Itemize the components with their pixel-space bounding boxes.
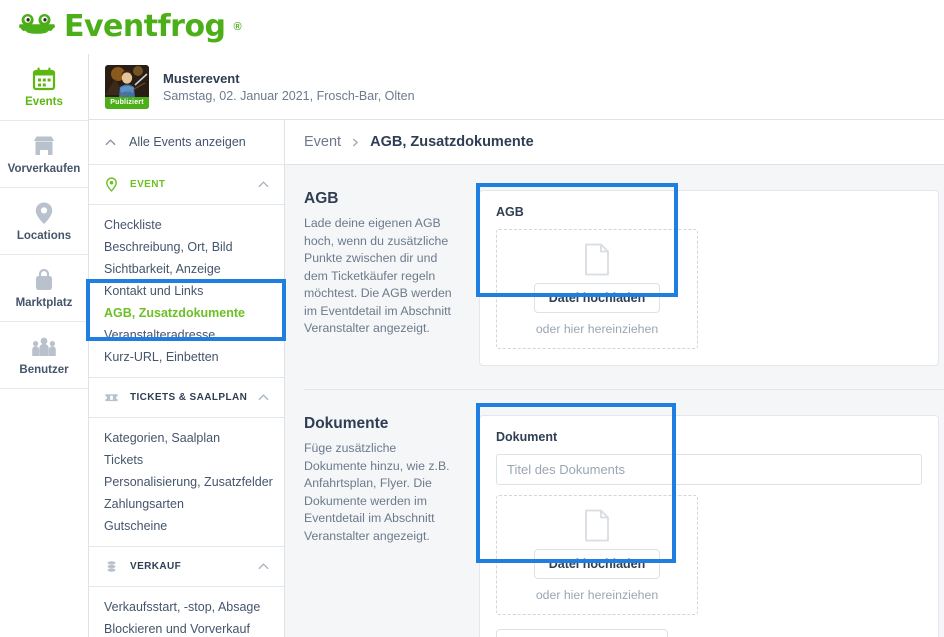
chevron-up-icon: [257, 178, 270, 191]
nav-link-sichtbarkeit-anzeige[interactable]: Sichtbarkeit, Anzeige: [89, 258, 284, 280]
brand-registered-mark: ®: [234, 21, 242, 33]
dokument-upload-button[interactable]: Datei hochladen: [534, 549, 661, 579]
nav-link-blockieren-und-vorverkauf[interactable]: Blockieren und Vorverkauf: [89, 618, 284, 637]
breadcrumb: Event AGB, Zusatzdokumente: [285, 120, 944, 165]
nav-link-tickets[interactable]: Tickets: [89, 449, 284, 471]
chevron-up-icon: [257, 560, 270, 573]
nav-group-label-verkauf: VERKAUF: [130, 561, 257, 572]
coins-stack-icon: [104, 559, 119, 574]
chevron-up-icon: [257, 391, 270, 404]
section-divider: [304, 389, 944, 390]
rail-label-benutzer: Benutzer: [19, 364, 68, 376]
file-icon: [583, 243, 611, 276]
section-dokumente-description: Dokumente Füge zusätzliche Dokumente hin…: [304, 415, 479, 637]
section-agb-title: AGB: [304, 190, 461, 208]
ticket-icon: [104, 390, 119, 405]
nav-link-gutscheine[interactable]: Gutscheine: [89, 515, 284, 537]
brand-name: Eventfrog: [64, 12, 226, 42]
rail-item-locations[interactable]: Locations: [0, 188, 88, 255]
dokument-remove-button[interactable]: Dokument entfernen: [496, 629, 668, 637]
rail-label-marktplatz: Marktplatz: [16, 297, 73, 309]
section-dokumente-title: Dokumente: [304, 415, 461, 433]
file-icon: [583, 509, 611, 542]
breadcrumb-parent[interactable]: Event: [304, 134, 341, 150]
main-content: Event AGB, Zusatzdokumente AGB Lade dein…: [285, 120, 944, 637]
secondary-nav: Alle Events anzeigen EVENT Checkliste Be…: [89, 120, 285, 637]
nav-group-header-tickets-saalplan[interactable]: TICKETS & SAALPLAN: [89, 378, 284, 418]
section-dokumente-text: Füge zusätzliche Dokumente hinzu, wie z.…: [304, 440, 461, 545]
agb-drop-hint: oder hier hereinziehen: [536, 322, 658, 336]
section-dokumente: Dokumente Füge zusätzliche Dokumente hin…: [285, 389, 944, 637]
section-agb: AGB Lade deine eigenen AGB hoch, wenn du…: [285, 165, 944, 366]
agb-card-label: AGB: [496, 205, 922, 219]
status-badge: Publiziert: [105, 97, 149, 109]
nav-group-header-verkauf[interactable]: VERKAUF: [89, 547, 284, 587]
rail-label-vorverkaufen: Vorverkaufen: [8, 163, 81, 175]
chevron-right-icon: [351, 138, 360, 147]
nav-link-personalisierung-zusatzfelder[interactable]: Personalisierung, Zusatzfelder: [89, 471, 284, 493]
nav-link-kategorien-saalplan[interactable]: Kategorien, Saalplan: [89, 427, 284, 449]
dokument-upload-card: Dokument Datei hochladen oder hier herei…: [479, 415, 939, 637]
agb-upload-card: AGB Datei hochladen oder hier hereinzieh…: [479, 190, 939, 366]
dokument-dropzone[interactable]: Datei hochladen oder hier hereinziehen: [496, 495, 698, 615]
rail-label-events: Events: [25, 96, 63, 108]
nav-link-veranstalteradresse[interactable]: Veranstalteradresse: [89, 324, 284, 346]
shop-icon: [31, 133, 57, 159]
bag-icon: [31, 267, 57, 293]
primary-icon-rail: Events Vorverkaufen Locations: [0, 54, 89, 637]
nav-link-checkliste[interactable]: Checkliste: [89, 214, 284, 236]
event-title: Musterevent: [163, 71, 415, 86]
event-header-bar: Publiziert Musterevent Samstag, 02. Janu…: [89, 54, 944, 120]
nav-link-kurz-url-einbetten[interactable]: Kurz-URL, Einbetten: [89, 346, 284, 368]
nav-links-verkauf: Verkaufsstart, -stop, Absage Blockieren …: [89, 587, 284, 637]
rail-item-vorverkaufen[interactable]: Vorverkaufen: [0, 121, 88, 188]
dokument-drop-hint: oder hier hereinziehen: [536, 588, 658, 602]
nav-group-label-event: EVENT: [130, 179, 257, 190]
dokument-card-label: Dokument: [496, 430, 922, 444]
nav-link-beschreibung-ort-bild[interactable]: Beschreibung, Ort, Bild: [89, 236, 284, 258]
brand-logo[interactable]: Eventfrog ®: [18, 12, 242, 42]
agb-upload-button[interactable]: Datei hochladen: [534, 283, 661, 313]
all-events-toggle[interactable]: Alle Events anzeigen: [89, 120, 284, 165]
frog-logo-icon: [18, 12, 56, 42]
nav-link-zahlungsarten[interactable]: Zahlungsarten: [89, 493, 284, 515]
location-pin-icon: [104, 177, 119, 192]
agb-dropzone[interactable]: Datei hochladen oder hier hereinziehen: [496, 229, 698, 349]
nav-links-tickets-saalplan: Kategorien, Saalplan Tickets Personalisi…: [89, 418, 284, 547]
nav-link-verkaufsstart-stop-absage[interactable]: Verkaufsstart, -stop, Absage: [89, 596, 284, 618]
nav-link-kontakt-und-links[interactable]: Kontakt und Links: [89, 280, 284, 302]
nav-group-header-event[interactable]: EVENT: [89, 165, 284, 205]
section-agb-description: AGB Lade deine eigenen AGB hoch, wenn du…: [304, 190, 479, 366]
rail-item-events[interactable]: Events: [0, 54, 88, 121]
nav-group-label-tickets-saalplan: TICKETS & SAALPLAN: [130, 392, 257, 403]
rail-item-benutzer[interactable]: Benutzer: [0, 322, 88, 389]
event-thumbnail[interactable]: Publiziert: [105, 65, 149, 109]
calendar-icon: [31, 66, 57, 92]
nav-link-agb-zusatzdokumente[interactable]: AGB, Zusatzdokumente: [89, 302, 284, 324]
section-agb-text: Lade deine eigenen AGB hoch, wenn du zus…: [304, 215, 461, 338]
top-brand-bar: Eventfrog ®: [0, 0, 944, 54]
users-icon: [31, 334, 57, 360]
event-header-text: Musterevent Samstag, 02. Januar 2021, Fr…: [163, 71, 415, 103]
rail-label-locations: Locations: [17, 230, 71, 242]
all-events-label: Alle Events anzeigen: [129, 135, 246, 149]
nav-links-event: Checkliste Beschreibung, Ort, Bild Sicht…: [89, 205, 284, 378]
breadcrumb-current: AGB, Zusatzdokumente: [370, 134, 534, 150]
rail-item-marktplatz[interactable]: Marktplatz: [0, 255, 88, 322]
dokument-title-input[interactable]: [496, 454, 922, 485]
map-pin-icon: [31, 200, 57, 226]
chevron-up-icon: [104, 136, 117, 149]
event-subtitle: Samstag, 02. Januar 2021, Frosch-Bar, Ol…: [163, 89, 415, 103]
